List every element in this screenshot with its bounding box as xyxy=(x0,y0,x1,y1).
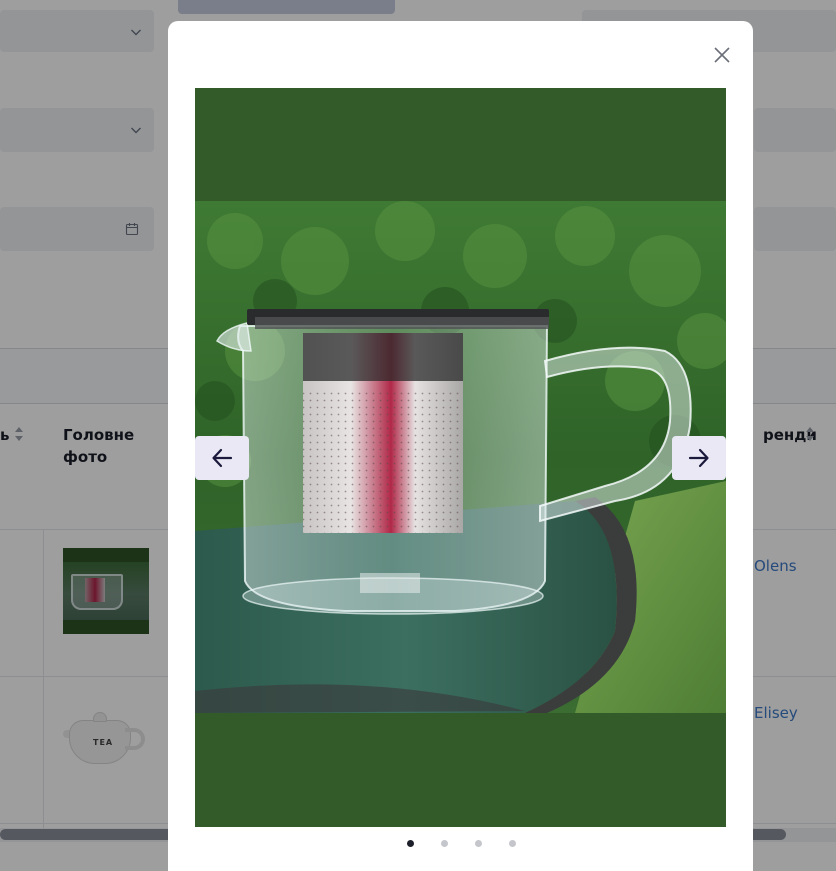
slide-dot-4[interactable] xyxy=(509,839,516,847)
next-slide-button[interactable] xyxy=(672,436,726,480)
arrow-right-icon xyxy=(688,447,710,469)
slide-dot-2[interactable] xyxy=(441,839,448,847)
previous-slide-button[interactable] xyxy=(195,436,249,480)
close-button[interactable] xyxy=(708,41,736,69)
image-gallery-modal xyxy=(168,21,753,871)
slide-indicator xyxy=(168,837,753,849)
slide-dot-3[interactable] xyxy=(475,839,482,847)
gallery-slide xyxy=(195,88,726,827)
arrow-left-icon xyxy=(211,447,233,469)
product-photo-glass-teapot xyxy=(195,201,726,713)
slide-dot-1[interactable] xyxy=(407,839,414,847)
close-icon xyxy=(713,46,731,64)
